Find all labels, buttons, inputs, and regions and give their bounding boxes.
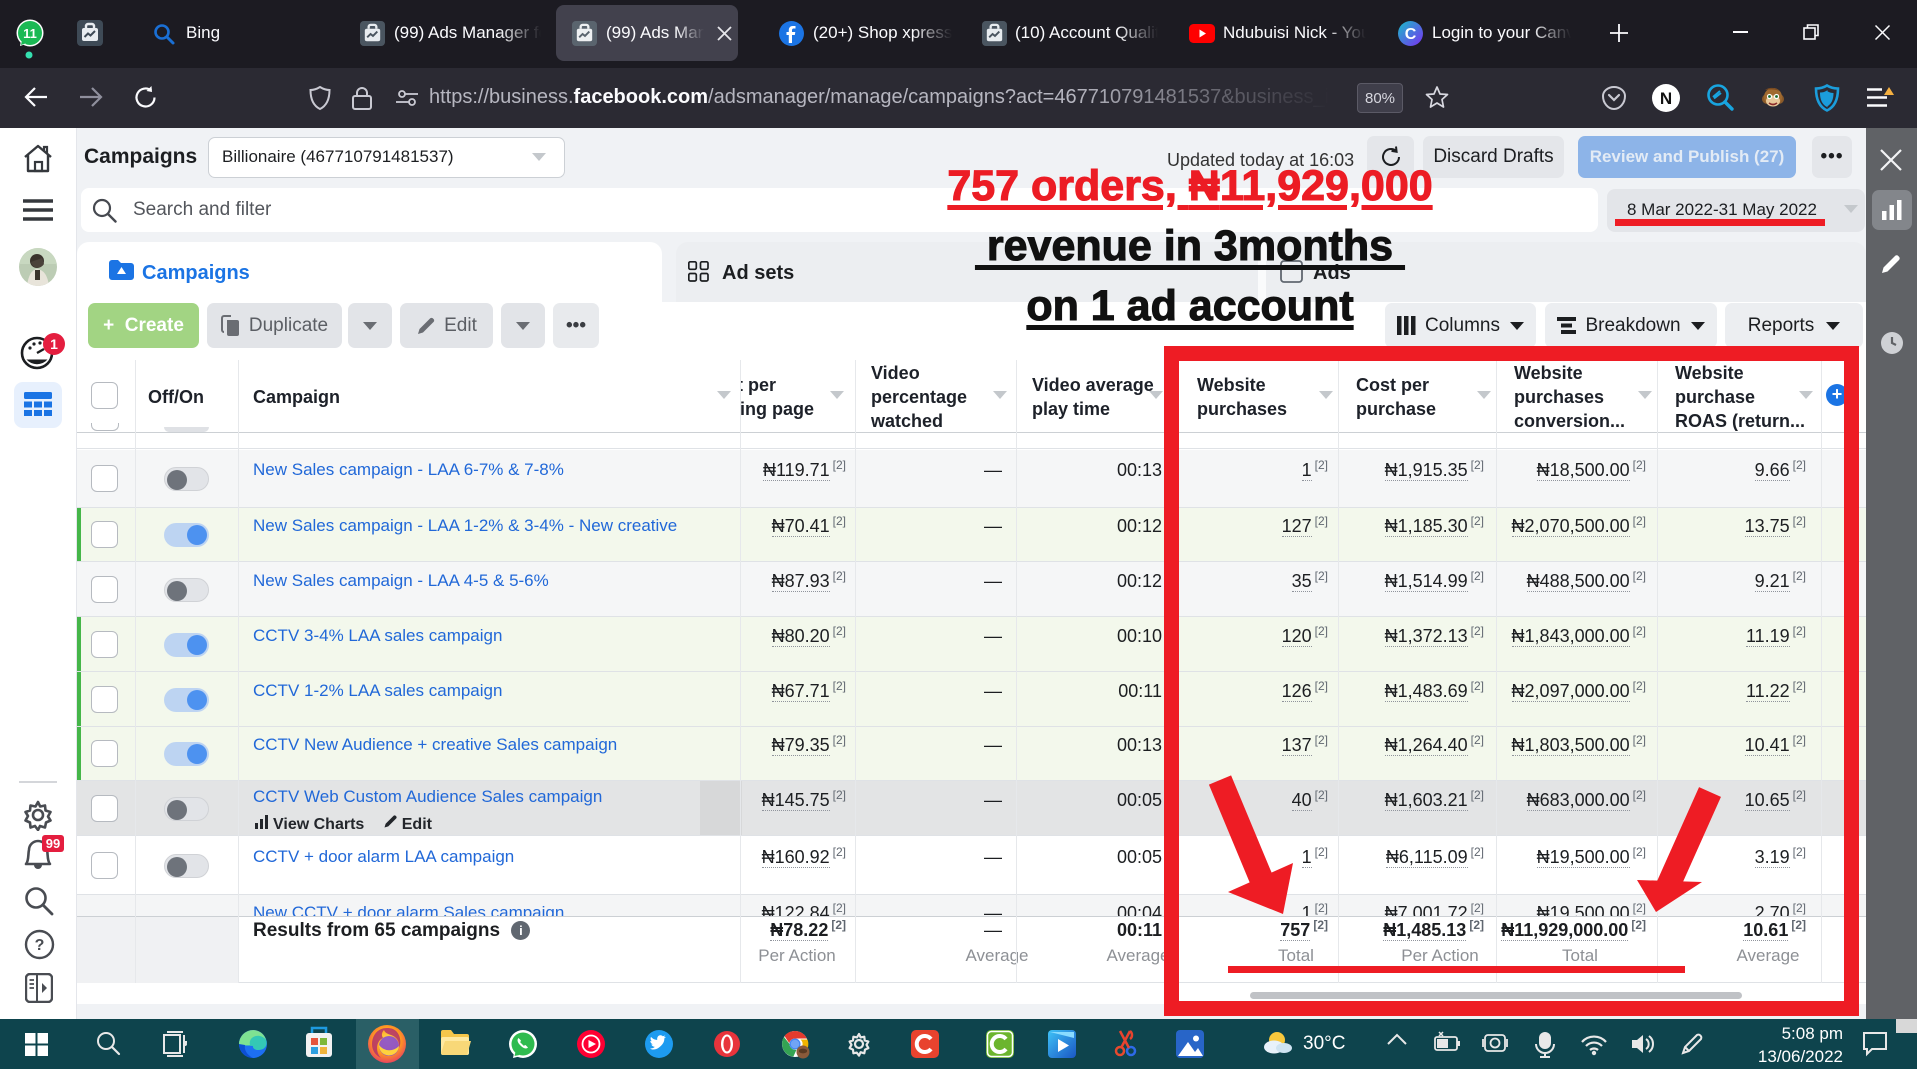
svg-text:?: ?	[35, 937, 45, 954]
svg-text:11: 11	[23, 26, 37, 41]
svg-text:N: N	[1660, 89, 1672, 108]
svg-text:99: 99	[46, 836, 60, 851]
svg-text:1: 1	[50, 336, 58, 352]
svg-text:C: C	[1405, 26, 1417, 43]
